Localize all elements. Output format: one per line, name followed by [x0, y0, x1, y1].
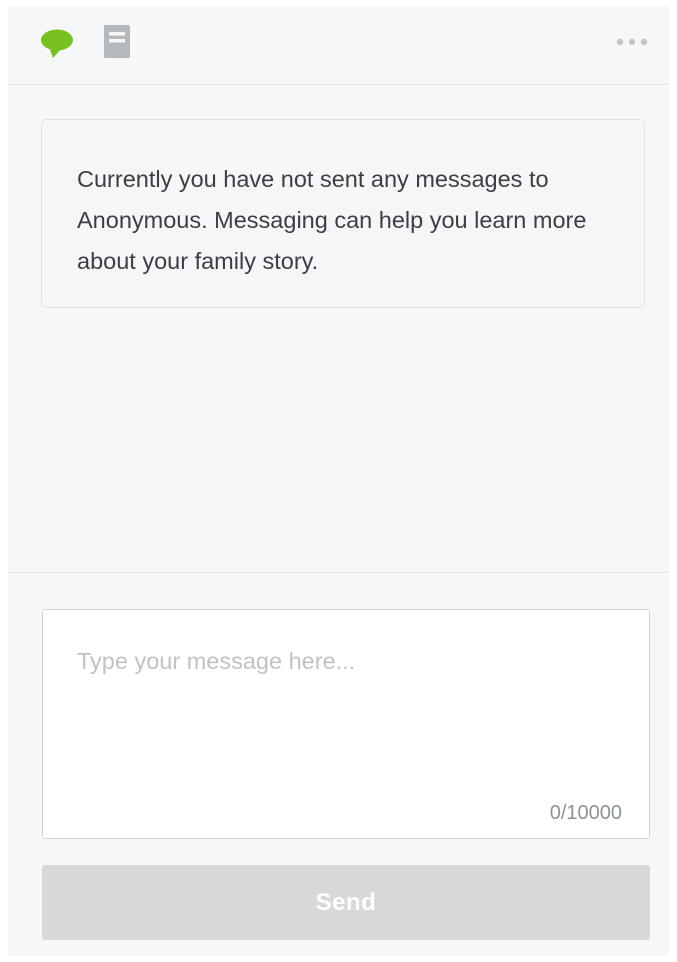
compose-divider	[8, 572, 669, 573]
message-input[interactable]	[43, 610, 649, 796]
message-compose-box: 0/10000	[42, 609, 650, 839]
panel-toolbar	[8, 6, 669, 85]
send-button[interactable]: Send	[42, 865, 650, 940]
notice-text: Currently you have not sent any messages…	[77, 166, 587, 274]
messaging-panel: Currently you have not sent any messages…	[8, 6, 669, 956]
no-messages-notice: Currently you have not sent any messages…	[41, 119, 645, 308]
document-icon[interactable]	[103, 24, 133, 60]
more-options-icon[interactable]	[610, 32, 654, 52]
speech-bubble-icon[interactable]	[39, 27, 75, 59]
character-counter: 0/10000	[549, 802, 622, 824]
